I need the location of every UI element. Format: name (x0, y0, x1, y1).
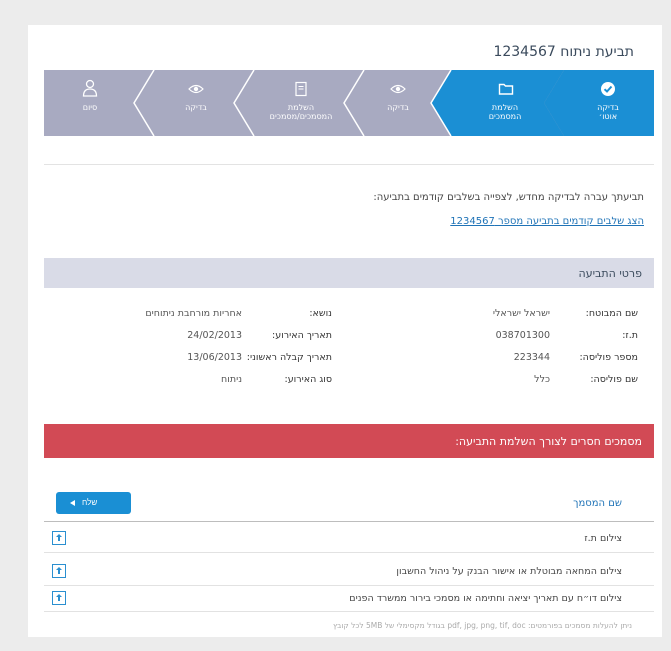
stepper-background (44, 70, 654, 136)
policy-number-label: מספר פוליסה: (579, 352, 638, 363)
insured-name-label: שם המבוטח: (585, 308, 638, 319)
id-value: 038701300 (495, 330, 550, 341)
document-name-column-header: שם המסמך (573, 498, 622, 509)
subject-label: נושא: (309, 308, 332, 319)
divider (44, 585, 654, 586)
divider (44, 521, 654, 522)
eye-icon (390, 84, 406, 94)
step-6-label: סיום (82, 103, 98, 112)
divider (44, 552, 654, 553)
page-title: תביעת ניתוח 1234567 (493, 44, 634, 60)
first-receipt-date-label: תאריך קבלה ראשוני: (246, 352, 332, 363)
id-label: ת.ז: (622, 330, 638, 341)
event-date-label: תאריך האירוע: (272, 330, 332, 341)
policy-number-value: 223344 (513, 352, 550, 363)
divider (44, 611, 654, 612)
claim-card: תביעת ניתוח 1234567 בדיקה אוטו׳ השלמת המסמ… (28, 25, 662, 637)
claim-details-header: פרטי התביעה (44, 258, 654, 288)
recheck-notice: תביעתך עברה לבדיקה מחדש, לצפייה בשלבים ק… (44, 164, 654, 249)
upload-icon[interactable] (52, 564, 66, 578)
send-button[interactable]: שלח (56, 492, 131, 514)
upload-footnote: ניתן להעלות מסמכים בפורמטים: pdf, jpg, p… (332, 621, 632, 630)
policy-name-label: שם פוליסה: (590, 374, 638, 385)
claim-progress-stepper: בדיקה אוטו׳ השלמת המסמכים בדיקה השלמת המסמכ… (44, 70, 654, 136)
arrow-left-icon (70, 500, 75, 506)
document-item: צילום דו״ח עם תאריך יציאה וחתימה או מסמכ… (349, 593, 622, 604)
folder-icon (498, 83, 514, 95)
document-item: צילום ת.ז (584, 533, 622, 544)
step-2-label: השלמת המסמכים (488, 103, 522, 121)
first-receipt-date-value: 13/06/2013 (187, 352, 242, 363)
notice-text: תביעתך עברה לבדיקה מחדש, לצפייה בשלבים ק… (373, 192, 644, 203)
event-date-value: 24/02/2013 (187, 330, 242, 341)
upload-icon[interactable] (52, 531, 66, 545)
insured-name-value: ישראל ישראלי (492, 308, 550, 319)
eye-icon (188, 84, 204, 94)
step-3-label: בדיקה (387, 103, 409, 112)
step-5-label: בדיקה (185, 103, 207, 112)
subject-value: אחריות מורחבת ניתוחים (145, 308, 242, 319)
step-4-label: השלמת המסמכים/מסמכים (269, 103, 333, 121)
event-type-value: ניתוח (221, 374, 242, 385)
step-1-label: בדיקה אוטו׳ (597, 103, 619, 121)
person-icon (82, 79, 98, 97)
document-item: צילום המחאה מבוטלת או אישור הבנק על ניהו… (396, 566, 622, 577)
missing-documents-header: מסמכים חסרים לצורך השלמת התביעה: (44, 424, 654, 458)
previous-stages-link[interactable]: הצג שלבים קודמים בתביעה מספר 1234567 (450, 216, 644, 227)
document-icon (295, 81, 307, 97)
check-circle-icon (601, 82, 615, 96)
upload-icon[interactable] (52, 591, 66, 605)
event-type-label: סוג האירוע: (284, 374, 332, 385)
policy-name-value: כלל (534, 374, 550, 385)
